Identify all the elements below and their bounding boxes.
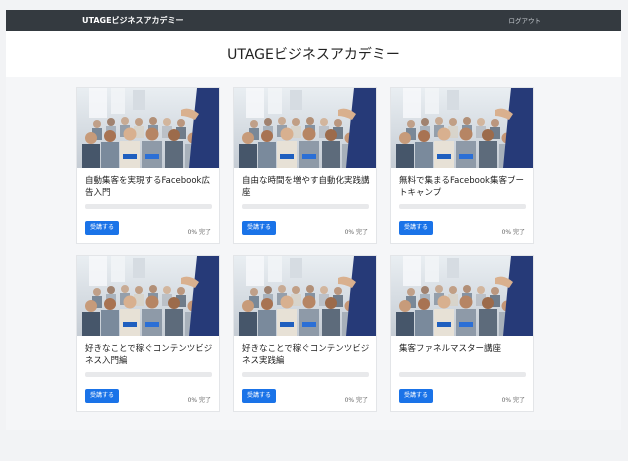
enroll-button[interactable]: 受講する: [242, 389, 277, 403]
course-title: 集客ファネルマスター講座: [399, 344, 502, 354]
enroll-button[interactable]: 受講する: [399, 389, 434, 403]
course-title: 好きなことで稼ぐコンテンツビジネス実践編: [242, 344, 370, 366]
completion-status: 0% 完了: [187, 397, 211, 404]
seminar-audience-photo-icon: [391, 256, 533, 336]
top-navbar: UTAGEビジネスアカデミー ログアウト: [6, 10, 621, 31]
brand-name[interactable]: UTAGEビジネスアカデミー: [82, 15, 184, 26]
enroll-button[interactable]: 受講する: [85, 221, 120, 235]
seminar-audience-photo-icon: [77, 88, 219, 168]
completion-status: 0% 完了: [344, 397, 368, 404]
course-thumbnail[interactable]: [234, 256, 376, 336]
course-card[interactable]: 集客ファネルマスター講座 受講する 0% 完了: [390, 255, 534, 412]
course-thumbnail[interactable]: [391, 88, 533, 168]
seminar-audience-photo-icon: [77, 256, 219, 336]
completion-status: 0% 完了: [501, 229, 525, 236]
page-title: UTAGEビジネスアカデミー: [227, 47, 400, 63]
completion-status: 0% 完了: [344, 229, 368, 236]
course-title: 自由な時間を増やす自動化実践講座: [242, 176, 370, 198]
hero-banner: UTAGEビジネスアカデミー: [6, 31, 621, 77]
course-title: 好きなことで稼ぐコンテンツビジネス入門編: [85, 344, 213, 366]
logout-link[interactable]: ログアウト: [509, 15, 542, 25]
course-card[interactable]: 好きなことで稼ぐコンテンツビジネス実践編 受講する 0% 完了: [233, 255, 377, 412]
enroll-button[interactable]: 受講する: [242, 221, 277, 235]
course-card[interactable]: 好きなことで稼ぐコンテンツビジネス入門編 受講する 0% 完了: [76, 255, 220, 412]
seminar-audience-photo-icon: [391, 88, 533, 168]
progress-bar: [399, 204, 526, 209]
completion-status: 0% 完了: [501, 397, 525, 404]
enroll-button[interactable]: 受講する: [85, 389, 120, 403]
course-card[interactable]: 自由な時間を増やす自動化実践講座 受講する 0% 完了: [233, 87, 377, 244]
course-card[interactable]: 無料で集まるFacebook集客ブートキャンプ 受講する 0% 完了: [390, 87, 534, 244]
seminar-audience-photo-icon: [234, 256, 376, 336]
course-thumbnail[interactable]: [234, 88, 376, 168]
seminar-audience-photo-icon: [234, 88, 376, 168]
completion-status: 0% 完了: [187, 229, 211, 236]
course-card[interactable]: 自動集客を実現するFacebook広告入門 受講する 0% 完了: [76, 87, 220, 244]
course-title: 無料で集まるFacebook集客ブートキャンプ: [399, 176, 524, 198]
course-thumbnail[interactable]: [77, 256, 219, 336]
course-thumbnail[interactable]: [391, 256, 533, 336]
progress-bar: [85, 204, 212, 209]
progress-bar: [242, 204, 369, 209]
progress-bar: [85, 372, 212, 377]
course-title: 自動集客を実現するFacebook広告入門: [85, 176, 210, 198]
progress-bar: [242, 372, 369, 377]
course-thumbnail[interactable]: [77, 88, 219, 168]
enroll-button[interactable]: 受講する: [399, 221, 434, 235]
progress-bar: [399, 372, 526, 377]
